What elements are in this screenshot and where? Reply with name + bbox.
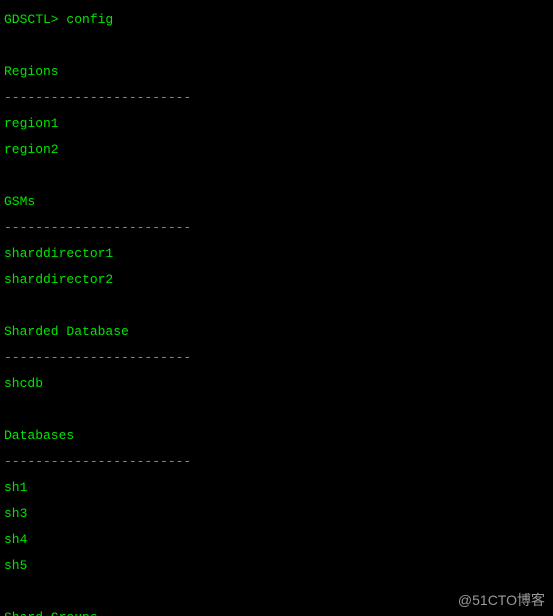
blank-line: [4, 169, 549, 182]
section-header-gsms: GSMs: [4, 195, 549, 208]
database-item: sh1: [4, 481, 549, 494]
prompt: GDSCTL>: [4, 12, 59, 27]
terminal-output: GDSCTL> config Regions -----------------…: [0, 0, 553, 616]
section-header-sharded-db: Sharded Database: [4, 325, 549, 338]
section-header-databases: Databases: [4, 429, 549, 442]
separator: ------------------------: [4, 455, 549, 468]
separator: ------------------------: [4, 221, 549, 234]
separator: ------------------------: [4, 351, 549, 364]
gsm-item: sharddirector2: [4, 273, 549, 286]
section-header-shard-groups: Shard Groups: [4, 611, 549, 616]
command-text: config: [66, 12, 113, 27]
blank-line: [4, 299, 549, 312]
gsm-item: sharddirector1: [4, 247, 549, 260]
blank-line: [4, 403, 549, 416]
region-item: region1: [4, 117, 549, 130]
blank-line: [4, 39, 549, 52]
database-item: sh4: [4, 533, 549, 546]
sharded-db-item: shcdb: [4, 377, 549, 390]
database-item: sh3: [4, 507, 549, 520]
separator: ------------------------: [4, 91, 549, 104]
prompt-line[interactable]: GDSCTL> config: [4, 13, 549, 26]
region-item: region2: [4, 143, 549, 156]
section-header-regions: Regions: [4, 65, 549, 78]
database-item: sh5: [4, 559, 549, 572]
watermark: @51CTO博客: [458, 590, 545, 610]
